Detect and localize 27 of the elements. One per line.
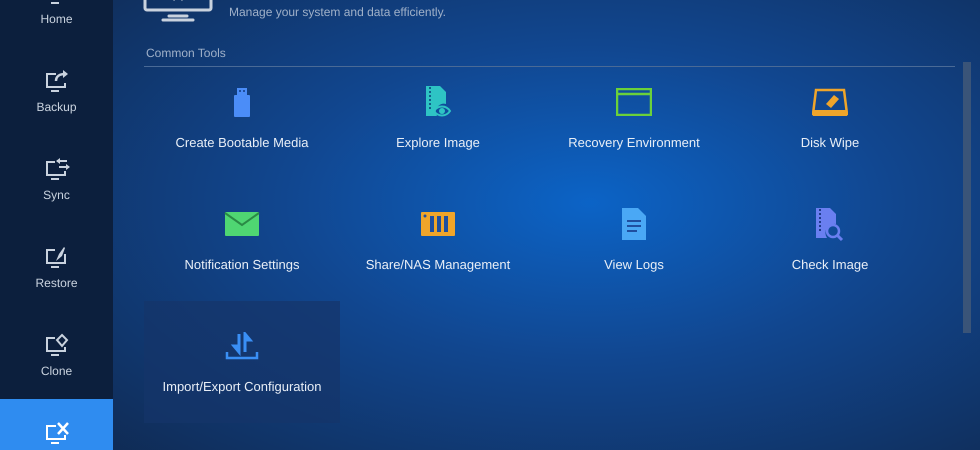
window-icon <box>616 88 652 116</box>
sidebar-item[interactable]: Clone <box>0 311 113 399</box>
tool-tile[interactable]: Check Image <box>732 179 928 301</box>
sidebar-item[interactable]: Backup <box>0 47 113 135</box>
tool-tile[interactable]: Import/Export Configuration <box>144 301 340 423</box>
file-magnifier-icon <box>815 206 845 242</box>
monitor-arrow-icon <box>44 69 70 93</box>
server-icon <box>420 211 456 237</box>
sidebar-item[interactable]: Restore <box>0 223 113 311</box>
tool-tile[interactable]: Explore Image <box>340 57 536 179</box>
scrollbar[interactable] <box>963 62 971 333</box>
sidebar-item[interactable]: Home <box>0 0 113 47</box>
usb-drive-icon <box>234 86 250 118</box>
document-icon <box>621 207 647 241</box>
monitor-wrench-icon <box>44 421 70 445</box>
tool-tile[interactable]: Disk Wipe <box>732 57 928 179</box>
tool-tile[interactable]: View Logs <box>536 179 732 301</box>
tool-tile[interactable]: Share/NAS Management <box>340 179 536 301</box>
tool-tile[interactable]: Notification Settings <box>144 179 340 301</box>
monitor-diamond-icon <box>44 333 70 357</box>
sidebar-item[interactable]: Sync <box>0 135 113 223</box>
monitor-arrows-icon <box>44 157 70 181</box>
import-arrows-icon <box>225 332 259 360</box>
envelope-icon <box>224 211 260 237</box>
tool-tile[interactable]: Recovery Environment <box>536 57 732 179</box>
header-subtitle: Manage your system and data efficiently. <box>229 4 446 21</box>
file-eye-icon <box>424 85 452 119</box>
